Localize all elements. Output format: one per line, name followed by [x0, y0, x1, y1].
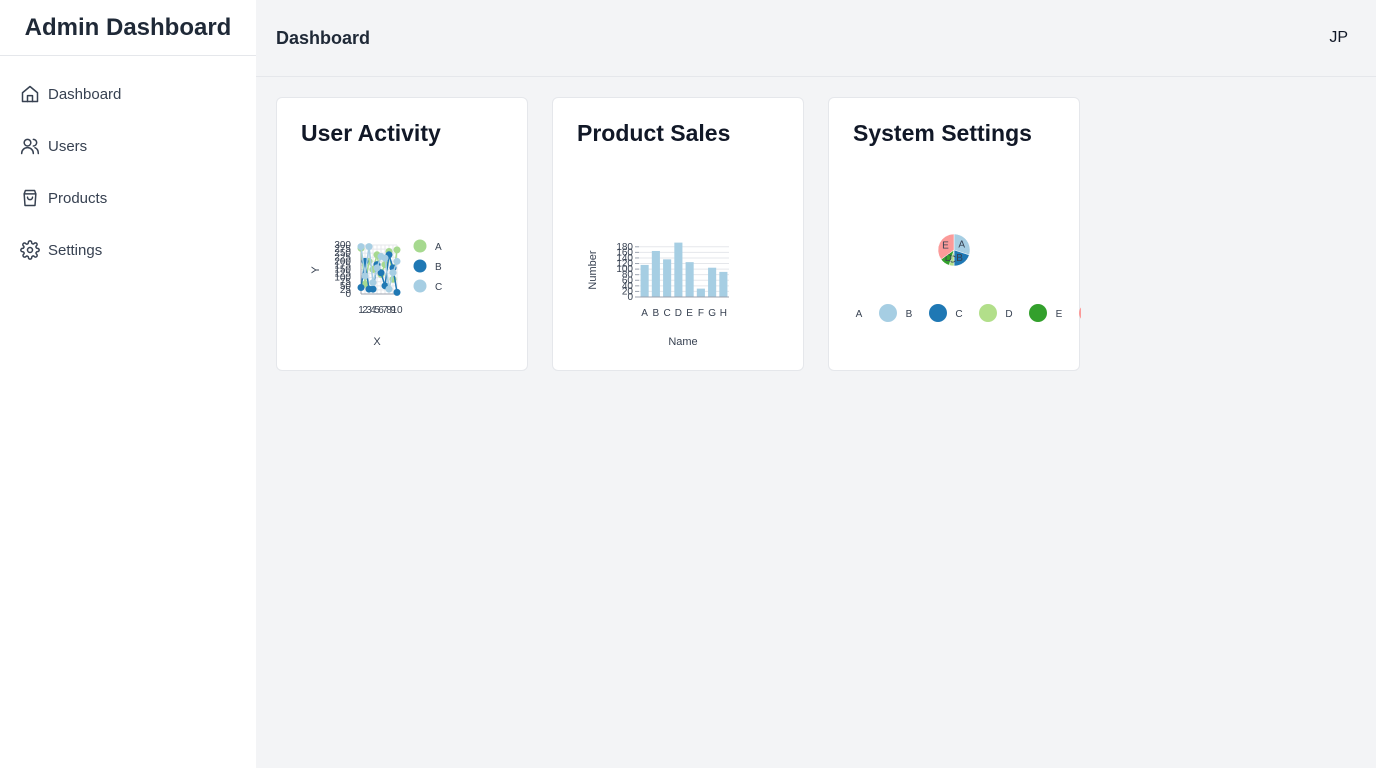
- bar: [696, 288, 705, 297]
- pie-slice-label: B: [956, 253, 963, 264]
- data-point: [389, 269, 397, 277]
- x-tick-label: D: [675, 308, 682, 319]
- data-point: [357, 243, 365, 251]
- data-point: [369, 285, 377, 293]
- data-point: [361, 272, 369, 280]
- home-icon: [20, 84, 40, 104]
- sidebar-item-label: Dashboard: [48, 85, 122, 103]
- x-axis-label: Name: [668, 336, 697, 348]
- legend-label: B: [435, 262, 442, 273]
- bar: [651, 250, 660, 297]
- data-point: [393, 257, 401, 265]
- x-tick-label: F: [698, 308, 704, 319]
- x-tick-label: H: [720, 308, 727, 319]
- legend-marker: [879, 304, 897, 322]
- legend-marker: [929, 304, 947, 322]
- data-point: [365, 243, 373, 251]
- x-tick-label: 10: [391, 305, 403, 316]
- avatar[interactable]: JP: [1329, 29, 1348, 47]
- top-bar: Dashboard JP: [256, 0, 1376, 77]
- legend-marker: [413, 239, 427, 253]
- data-point: [385, 285, 393, 293]
- bar: [719, 271, 728, 297]
- sidebar-item-dashboard[interactable]: Dashboard: [0, 68, 256, 120]
- y-axis-label: Number: [587, 250, 599, 289]
- app-title: Admin Dashboard: [0, 0, 256, 56]
- gear-icon: [20, 240, 40, 260]
- bar: [708, 267, 717, 297]
- sidebar-item-settings[interactable]: Settings: [0, 224, 256, 276]
- sidebar-item-users[interactable]: Users: [0, 120, 256, 172]
- y-tick-label: 300: [334, 240, 351, 251]
- data-point: [373, 264, 381, 272]
- system-settings-card: ABCDEABCDE System Settings: [828, 97, 1081, 371]
- users-icon: [20, 136, 40, 156]
- x-tick-label: A: [641, 308, 648, 319]
- card-title: Product Sales: [577, 120, 731, 146]
- product-sales-card: 0 20 40 60 80 100 120 140 160 180 A B C D E F G H Name Numb…: [552, 97, 804, 371]
- legend-marker: [413, 259, 427, 273]
- page-title: Dashboard: [276, 27, 371, 48]
- sidebar-item-products[interactable]: Products: [0, 172, 256, 224]
- data-point: [357, 283, 365, 291]
- legend-marker: [979, 304, 997, 322]
- legend-marker: [1029, 304, 1047, 322]
- legend-label: A: [435, 242, 442, 253]
- sidebar: Admin Dashboard Dashboard Users Products…: [0, 0, 256, 768]
- legend-label: A: [856, 309, 863, 320]
- user-activity-card: 0 25 50 75 100 125 150 175 200 225 250 275 300 1 2 3 4 5 6…: [276, 97, 528, 371]
- x-axis-label: X: [373, 336, 381, 348]
- y-tick-label: 180: [616, 242, 633, 253]
- pie-slice-label: A: [958, 239, 965, 250]
- shopping-bag-icon: [20, 188, 40, 208]
- x-tick-label: G: [708, 308, 716, 319]
- sidebar-item-label: Settings: [48, 241, 103, 259]
- y-axis-label: Y: [310, 266, 322, 274]
- data-point: [393, 246, 401, 254]
- sidebar-nav: Dashboard Users Products Settings: [0, 56, 256, 276]
- legend-label: D: [1005, 309, 1012, 320]
- x-tick-label: C: [664, 308, 671, 319]
- pie-slice-label: E: [942, 241, 949, 252]
- card-title: User Activity: [301, 120, 441, 146]
- legend-label: E: [1056, 309, 1063, 320]
- bar: [640, 264, 649, 297]
- legend-label: C: [435, 282, 442, 293]
- bar: [674, 242, 683, 297]
- x-tick-label: B: [653, 308, 660, 319]
- sidebar-item-label: Users: [48, 137, 88, 155]
- legend-marker: [1079, 307, 1081, 319]
- data-point: [393, 288, 401, 296]
- x-tick-label: E: [686, 308, 693, 319]
- legend-marker: [413, 279, 427, 293]
- card-title: System Settings: [853, 120, 1032, 146]
- sidebar-item-label: Products: [48, 189, 108, 207]
- bar: [685, 262, 694, 297]
- data-point: [381, 254, 389, 262]
- data-point: [369, 279, 377, 287]
- bar: [663, 259, 672, 297]
- legend-label: B: [906, 309, 913, 320]
- legend-label: C: [955, 309, 962, 320]
